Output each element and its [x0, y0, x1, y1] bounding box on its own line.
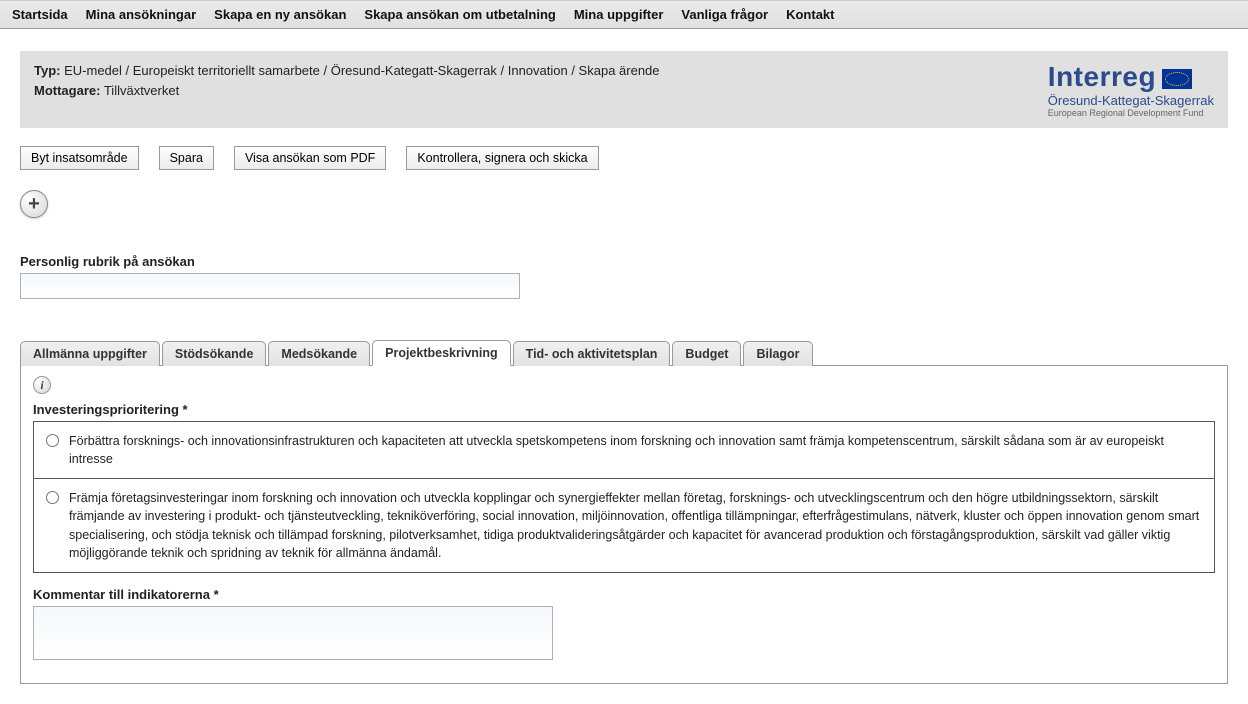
investment-priority-group: Förbättra forsknings- och innovationsinf… [33, 421, 1215, 573]
indicator-comment-textarea[interactable] [33, 606, 553, 660]
logo-subtitle2: European Regional Development Fund [1048, 108, 1214, 118]
tab-bar: Allmänna uppgifter Stödsökande Medsökand… [20, 339, 1228, 365]
submit-button[interactable]: Kontrollera, signera och skicka [406, 146, 598, 170]
plus-icon: + [28, 193, 40, 216]
tab-tid-aktivitet[interactable]: Tid- och aktivitetsplan [513, 341, 671, 366]
program-logo: Interreg Öresund-Kattegat-Skagerrak Euro… [1048, 61, 1214, 118]
nav-vanliga-fragor[interactable]: Vanliga frågor [681, 7, 768, 22]
indicator-comment-label: Kommentar till indikatorerna * [33, 587, 1215, 602]
tab-medsokande[interactable]: Medsökande [268, 341, 370, 366]
tab-allmanna[interactable]: Allmänna uppgifter [20, 341, 160, 366]
breadcrumb-bar: Typ: EU-medel / Europeiskt territoriellt… [20, 51, 1228, 128]
investment-option-1-text: Förbättra forsknings- och innovationsinf… [69, 432, 1202, 468]
eu-flag-icon [1162, 69, 1192, 89]
tab-stodsokande[interactable]: Stödsökande [162, 341, 267, 366]
personal-title-label: Personlig rubrik på ansökan [20, 254, 1228, 269]
tab-projektbeskrivning[interactable]: Projektbeskrivning [372, 340, 511, 366]
nav-mina-uppgifter[interactable]: Mina uppgifter [574, 7, 664, 22]
tab-bilagor[interactable]: Bilagor [743, 341, 812, 366]
type-value: EU-medel / Europeiskt territoriellt sama… [64, 63, 659, 78]
action-button-row: Byt insatsområde Spara Visa ansökan som … [20, 146, 1228, 170]
top-nav: Startsida Mina ansökningar Skapa en ny a… [0, 0, 1248, 29]
investment-option-2-text: Främja företagsinvesteringar inom forskn… [69, 489, 1202, 562]
change-area-button[interactable]: Byt insatsområde [20, 146, 139, 170]
tab-panel-projektbeskrivning: i Investeringsprioritering * Förbättra f… [20, 365, 1228, 684]
nav-skapa-ny[interactable]: Skapa en ny ansökan [214, 7, 346, 22]
tab-budget[interactable]: Budget [672, 341, 741, 366]
recipient-label: Mottagare: [34, 83, 100, 98]
view-pdf-button[interactable]: Visa ansökan som PDF [234, 146, 386, 170]
nav-kontakt[interactable]: Kontakt [786, 7, 834, 22]
nav-startsida[interactable]: Startsida [12, 7, 68, 22]
info-icon[interactable]: i [33, 376, 51, 394]
investment-radio-1[interactable] [46, 434, 59, 447]
investment-option-2[interactable]: Främja företagsinvesteringar inom forskn… [34, 478, 1214, 572]
logo-text: Interreg [1048, 61, 1156, 93]
save-button[interactable]: Spara [159, 146, 214, 170]
recipient-value: Tillväxtverket [104, 83, 179, 98]
investment-priority-label: Investeringsprioritering * [33, 402, 1215, 417]
investment-radio-2[interactable] [46, 491, 59, 504]
investment-option-1[interactable]: Förbättra forsknings- och innovationsinf… [34, 422, 1214, 478]
type-label: Typ: [34, 63, 60, 78]
logo-subtitle: Öresund-Kattegat-Skagerrak [1048, 93, 1214, 108]
nav-skapa-utbetalning[interactable]: Skapa ansökan om utbetalning [364, 7, 555, 22]
personal-title-input[interactable] [20, 273, 520, 299]
nav-mina-ansokningar[interactable]: Mina ansökningar [86, 7, 197, 22]
add-button[interactable]: + [20, 190, 48, 218]
